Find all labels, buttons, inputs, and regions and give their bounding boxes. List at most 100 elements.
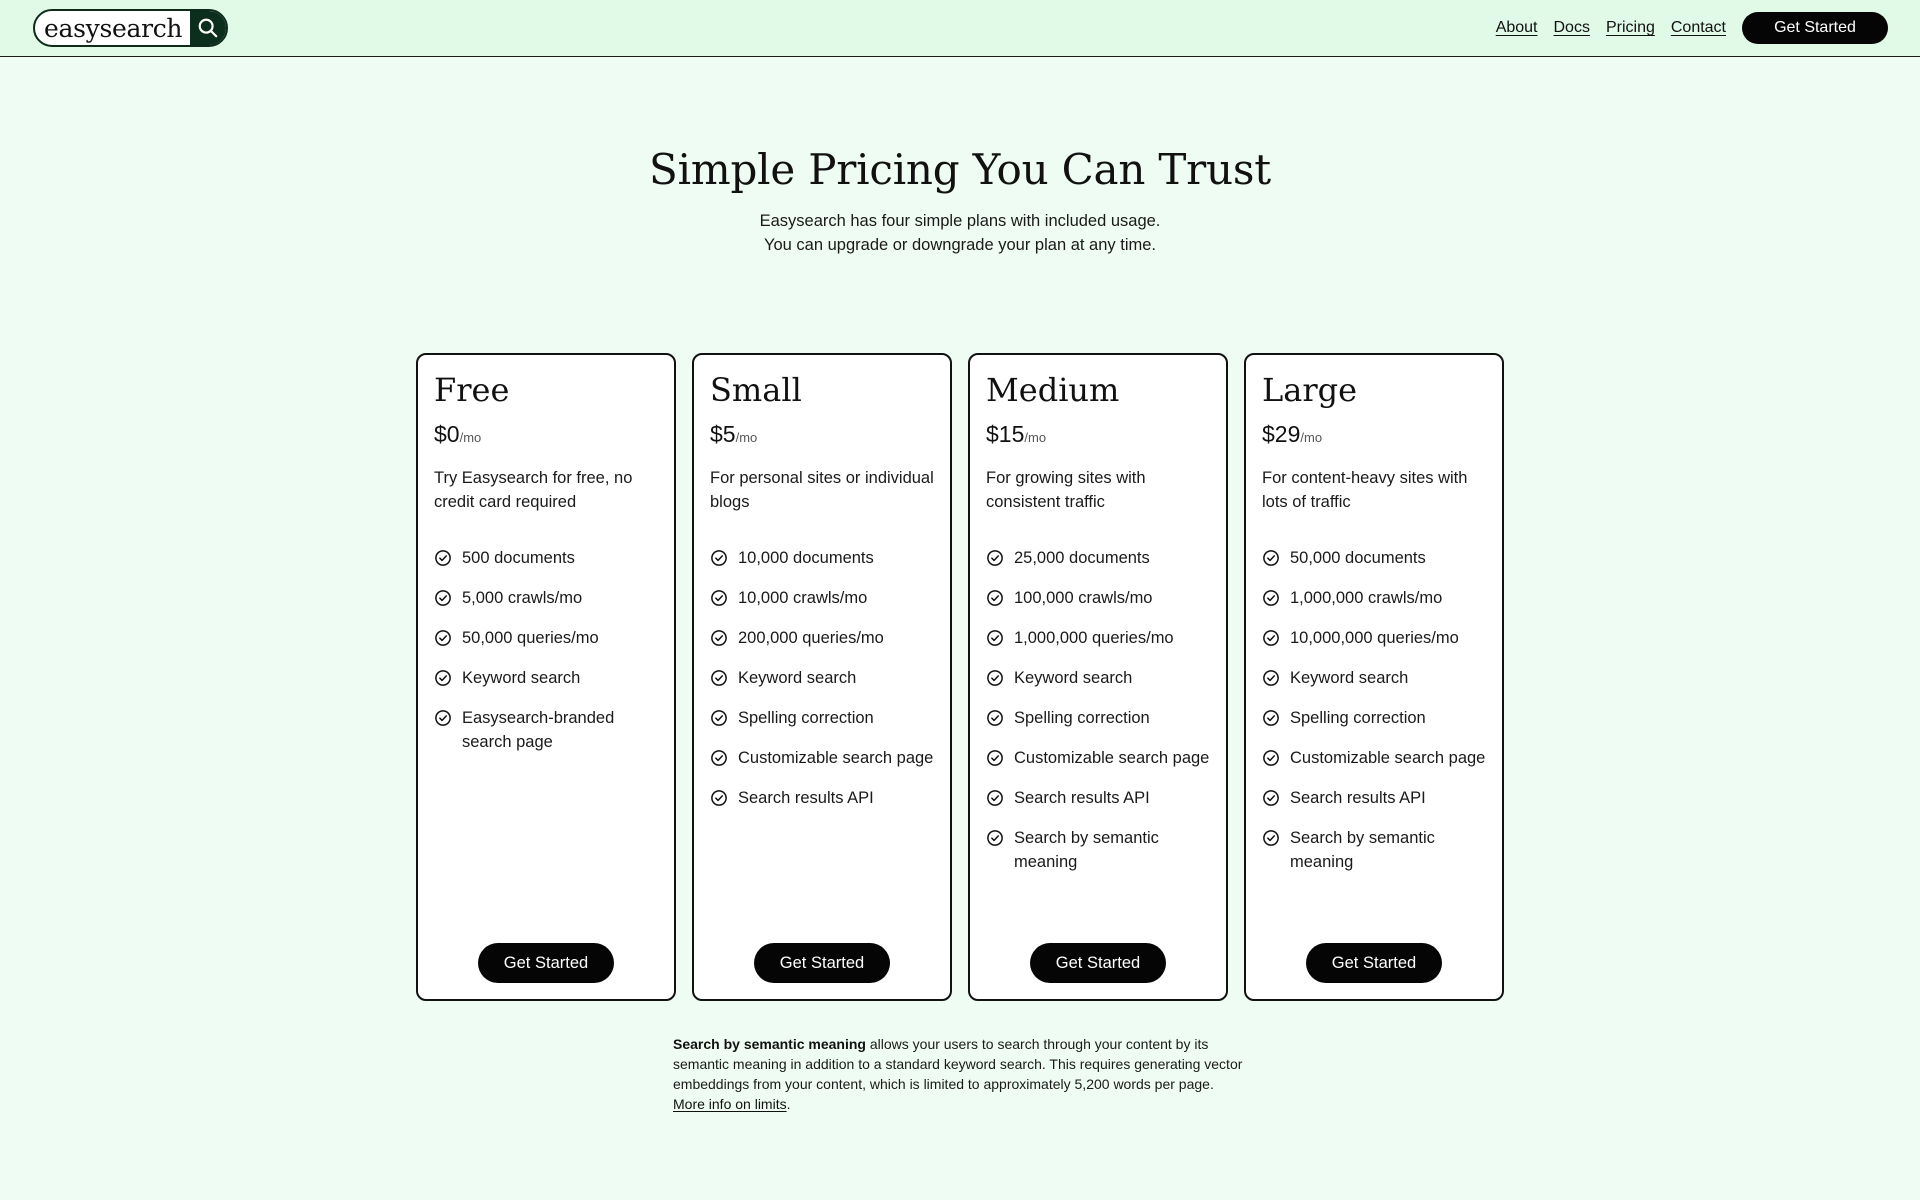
feature-item: Search results API (986, 786, 1210, 810)
check-circle-icon (434, 709, 452, 727)
plan-card-medium: Medium $15/mo For growing sites with con… (968, 353, 1228, 1001)
feature-label: 50,000 queries/mo (462, 629, 599, 647)
nav-link-docs[interactable]: Docs (1554, 19, 1590, 37)
feature-label: 25,000 documents (1014, 549, 1150, 567)
medium-get-started-button[interactable]: Get Started (1030, 943, 1166, 983)
feature-item: 100,000 crawls/mo (986, 586, 1210, 610)
footnote-end: . (786, 1096, 791, 1112)
price-period: /mo (1300, 430, 1323, 445)
check-circle-icon (1262, 829, 1280, 847)
hero-section: Simple Pricing You Can Trust Easysearch … (0, 145, 1920, 257)
top-nav-bar: easysearch About Docs Pricing Contact Ge… (0, 0, 1920, 57)
check-circle-icon (710, 589, 728, 607)
plan-name: Large (1262, 371, 1358, 409)
check-circle-icon (1262, 709, 1280, 727)
feature-label: Search results API (1014, 789, 1150, 807)
check-circle-icon (986, 589, 1004, 607)
price-amount: $15 (986, 421, 1025, 447)
check-circle-icon (986, 629, 1004, 647)
feature-label: Spelling correction (1014, 709, 1150, 727)
search-icon (190, 11, 227, 45)
check-circle-icon (710, 789, 728, 807)
feature-item: 200,000 queries/mo (710, 626, 934, 650)
logo-link[interactable]: easysearch (33, 9, 229, 47)
feature-item: Customizable search page (1262, 746, 1486, 770)
plan-description: For personal sites or individual blogs (710, 469, 934, 511)
main-nav: About Docs Pricing Contact Get Started (1496, 12, 1888, 44)
check-circle-icon (434, 669, 452, 687)
feature-item: Customizable search page (986, 746, 1210, 770)
feature-item: Easysearch-branded search page (434, 706, 658, 754)
price-period: /mo (459, 430, 482, 445)
large-get-started-button[interactable]: Get Started (1306, 943, 1442, 983)
feature-label: Easysearch-branded search page (462, 709, 615, 751)
check-circle-icon (710, 709, 728, 727)
check-circle-icon (1262, 629, 1280, 647)
feature-label: 200,000 queries/mo (738, 629, 884, 647)
feature-label: Customizable search page (1290, 749, 1486, 767)
feature-item: Keyword search (434, 666, 658, 690)
check-circle-icon (434, 549, 452, 567)
feature-item: 10,000,000 queries/mo (1262, 626, 1486, 650)
feature-item: Keyword search (710, 666, 934, 690)
plan-name: Medium (986, 371, 1120, 409)
plan-card-small: Small $5/mo For personal sites or indivi… (692, 353, 952, 1001)
subtitle-line-1: Easysearch has four simple plans with in… (759, 212, 1161, 230)
plan-name: Free (434, 371, 510, 409)
feature-item: Keyword search (986, 666, 1210, 690)
feature-label: Spelling correction (738, 709, 874, 727)
plan-price: $15/mo (986, 421, 1210, 448)
feature-label: Search by semantic meaning (1290, 829, 1435, 871)
nav-link-contact[interactable]: Contact (1671, 19, 1726, 37)
feature-label: Keyword search (738, 669, 857, 687)
header-get-started-button[interactable]: Get Started (1742, 12, 1888, 44)
more-info-link[interactable]: More info on limits (673, 1096, 787, 1112)
check-circle-icon (1262, 549, 1280, 567)
page-title: Simple Pricing You Can Trust (649, 145, 1271, 194)
page-subtitle: Easysearch has four simple plans with in… (0, 209, 1920, 257)
nav-link-about[interactable]: About (1496, 19, 1538, 37)
nav-link-pricing[interactable]: Pricing (1606, 19, 1655, 37)
feature-item: 10,000 crawls/mo (710, 586, 934, 610)
plan-description: Try Easysearch for free, no credit card … (434, 469, 633, 511)
small-get-started-button[interactable]: Get Started (754, 943, 890, 983)
feature-item: 5,000 crawls/mo (434, 586, 658, 610)
plan-description: For content-heavy sites with lots of tra… (1262, 469, 1468, 511)
check-circle-icon (986, 669, 1004, 687)
price-amount: $0 (434, 421, 460, 447)
plan-price: $5/mo (710, 421, 934, 448)
plan-description: For growing sites with consistent traffi… (986, 469, 1146, 511)
feature-label: Keyword search (1290, 669, 1409, 687)
pricing-plans: Free $0/mo Try Easysearch for free, no c… (416, 353, 1504, 1001)
feature-label: 10,000 documents (738, 549, 874, 567)
feature-label: 1,000,000 crawls/mo (1290, 589, 1443, 607)
plan-name: Small (710, 371, 802, 409)
subtitle-line-2: You can upgrade or downgrade your plan a… (764, 236, 1156, 254)
price-period: /mo (735, 430, 758, 445)
feature-item: 10,000 documents (710, 546, 934, 570)
feature-item: Spelling correction (710, 706, 934, 730)
check-circle-icon (1262, 589, 1280, 607)
plan-price: $0/mo (434, 421, 658, 448)
check-circle-icon (1262, 669, 1280, 687)
feature-item: Search results API (1262, 786, 1486, 810)
footnote-term: Search by semantic meaning (673, 1036, 866, 1052)
check-circle-icon (986, 709, 1004, 727)
free-get-started-button[interactable]: Get Started (478, 943, 614, 983)
check-circle-icon (986, 549, 1004, 567)
check-circle-icon (986, 789, 1004, 807)
check-circle-icon (986, 829, 1004, 847)
feature-label: Spelling correction (1290, 709, 1426, 727)
check-circle-icon (434, 589, 452, 607)
plan-price: $29/mo (1262, 421, 1486, 448)
feature-label: Keyword search (1014, 669, 1133, 687)
plan-card-free: Free $0/mo Try Easysearch for free, no c… (416, 353, 676, 1001)
price-amount: $29 (1262, 421, 1301, 447)
feature-item: Spelling correction (1262, 706, 1486, 730)
feature-item: 1,000,000 queries/mo (986, 626, 1210, 650)
feature-list: 10,000 documents 10,000 crawls/mo 200,00… (710, 546, 934, 810)
feature-item: Customizable search page (710, 746, 934, 770)
feature-item: 25,000 documents (986, 546, 1210, 570)
feature-label: Keyword search (462, 669, 581, 687)
check-circle-icon (710, 549, 728, 567)
